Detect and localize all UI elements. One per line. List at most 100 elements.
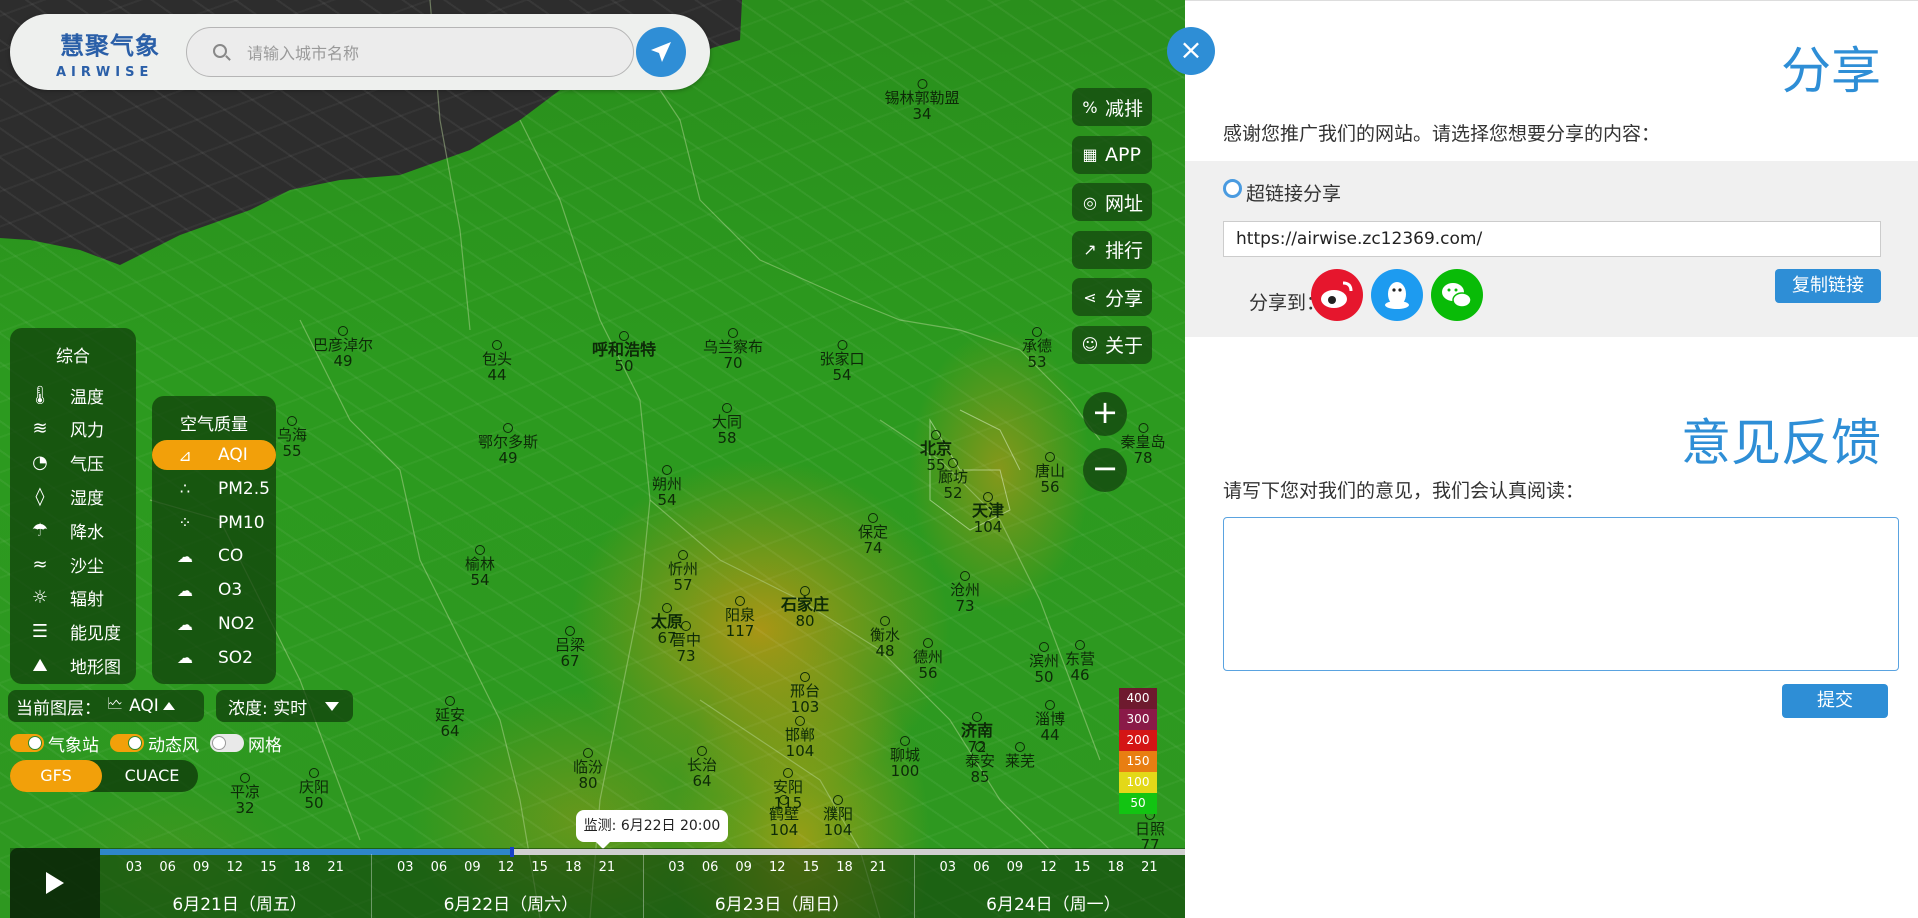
hour-tick[interactable]: 12 <box>498 860 515 875</box>
layer-item-dust[interactable]: ≈ 沙尘 <box>26 550 136 578</box>
city-marker[interactable]: 包头 44 <box>482 340 512 383</box>
hour-tick[interactable]: 03 <box>668 860 685 875</box>
hour-tick[interactable]: 06 <box>973 860 990 875</box>
model-gfs-button[interactable]: GFS <box>10 760 102 792</box>
city-marker[interactable]: 石家庄 80 <box>781 586 829 629</box>
hour-tick[interactable]: 18 <box>565 860 582 875</box>
city-marker[interactable]: 朔州 54 <box>652 465 682 508</box>
tool-button-percent[interactable]: % 减排 <box>1072 88 1152 126</box>
day-label[interactable]: 6月22日（周六） <box>444 890 578 915</box>
city-marker[interactable]: 忻州 57 <box>668 550 698 593</box>
city-marker[interactable]: 天津 104 <box>972 492 1004 535</box>
city-marker[interactable]: 聊城 100 <box>890 736 920 779</box>
hour-tick[interactable]: 15 <box>803 860 820 875</box>
layer-item-rain[interactable]: ☂ 降水 <box>26 516 136 544</box>
city-marker[interactable]: 锡林郭勒盟 34 <box>884 79 960 122</box>
city-marker[interactable]: 邯郸 104 <box>785 716 815 759</box>
locate-button[interactable] <box>636 27 686 77</box>
toggle-switch[interactable] <box>10 734 44 752</box>
tool-button-ranking-chart[interactable]: ↗ 排行 <box>1072 230 1152 269</box>
city-marker[interactable]: 唐山 56 <box>1035 452 1065 495</box>
city-marker[interactable]: 乌兰察布 70 <box>703 328 763 371</box>
city-marker[interactable]: 榆林 54 <box>465 545 495 588</box>
hour-tick[interactable]: 21 <box>1141 860 1158 875</box>
layer-item-droplet[interactable]: ◊ 湿度 <box>26 482 136 510</box>
day-label[interactable]: 6月23日（周日） <box>715 890 849 915</box>
city-marker[interactable]: 德州 56 <box>913 638 943 681</box>
layer-item-terrain[interactable]: ⛰ 地形图 <box>26 651 136 679</box>
submit-button[interactable]: 提交 <box>1782 684 1888 718</box>
city-marker[interactable]: 巴彦淖尔 49 <box>313 326 373 369</box>
hour-tick[interactable]: 15 <box>260 860 277 875</box>
day-label[interactable]: 6月24日（周一） <box>986 890 1120 915</box>
hour-tick[interactable]: 06 <box>702 860 719 875</box>
qq-share-button[interactable] <box>1371 269 1423 321</box>
hour-tick[interactable]: 21 <box>327 860 344 875</box>
city-marker[interactable]: 庆阳 50 <box>299 768 329 811</box>
model-cuace-button[interactable]: CUACE <box>106 760 198 792</box>
toggle-switch[interactable] <box>210 734 244 752</box>
hour-tick[interactable]: 15 <box>1074 860 1091 875</box>
city-marker[interactable]: 大同 58 <box>712 403 742 446</box>
hyperlink-share-label[interactable]: 超链接分享 <box>1246 179 1341 206</box>
city-marker[interactable]: 吕梁 67 <box>555 626 585 669</box>
hour-tick[interactable]: 21 <box>599 860 616 875</box>
city-marker[interactable]: 平凉 32 <box>230 773 260 816</box>
hour-tick[interactable]: 12 <box>1040 860 1057 875</box>
current-layer-selector[interactable]: 当前图层： 🗠 AQI <box>8 690 204 722</box>
hour-tick[interactable]: 09 <box>735 860 752 875</box>
wechat-share-button[interactable] <box>1431 269 1483 321</box>
tool-button-globe[interactable]: ◎ 网址 <box>1072 183 1152 221</box>
city-marker[interactable]: 呼和浩特 50 <box>592 331 656 374</box>
hour-tick[interactable]: 18 <box>836 860 853 875</box>
hour-tick[interactable]: 03 <box>126 860 143 875</box>
city-marker[interactable]: 长治 64 <box>687 746 717 789</box>
hour-tick[interactable]: 09 <box>193 860 210 875</box>
city-marker[interactable]: 滨州 50 <box>1029 642 1059 685</box>
hour-tick[interactable]: 12 <box>769 860 786 875</box>
hour-tick[interactable]: 15 <box>531 860 548 875</box>
share-link-field[interactable] <box>1223 221 1881 257</box>
city-marker[interactable]: 沧州 73 <box>950 571 980 614</box>
feedback-textarea[interactable] <box>1223 517 1899 671</box>
hour-tick[interactable]: 18 <box>1107 860 1124 875</box>
zoom-out-button[interactable]: − <box>1083 448 1127 492</box>
city-marker[interactable]: 邢台 103 <box>790 672 820 715</box>
city-marker[interactable]: 衡水 48 <box>870 616 900 659</box>
toggle-2[interactable]: 网格 <box>210 733 282 756</box>
zoom-in-button[interactable]: + <box>1083 392 1127 436</box>
layer-item-gauge[interactable]: ◔ 气压 <box>26 449 136 477</box>
city-marker[interactable]: 临汾 80 <box>573 748 603 791</box>
hyperlink-share-radio[interactable] <box>1223 179 1242 198</box>
close-button[interactable]: × <box>1167 27 1215 75</box>
air-item-pm25[interactable]: ∴ PM2.5 <box>152 474 276 504</box>
air-item-pm10[interactable]: ⁘ PM10 <box>152 508 276 538</box>
city-marker[interactable]: 张家口 54 <box>819 340 865 383</box>
air-item-o3[interactable]: ☁ O3 <box>152 575 276 605</box>
hour-tick[interactable]: 21 <box>870 860 887 875</box>
city-marker[interactable]: 承德 53 <box>1022 327 1052 370</box>
air-item-no2[interactable]: ☁ NO2 <box>152 609 276 639</box>
play-button[interactable] <box>10 848 100 918</box>
city-marker[interactable]: 泰安 85 <box>965 742 995 785</box>
city-marker[interactable]: 濮阳 104 <box>823 795 853 838</box>
city-marker[interactable]: 日照 77 <box>1135 810 1165 853</box>
city-marker[interactable]: 莱芜 <box>1005 742 1035 769</box>
weibo-share-button[interactable] <box>1311 269 1363 321</box>
city-marker[interactable]: 阳泉 117 <box>725 596 755 639</box>
city-marker[interactable]: 淄博 44 <box>1035 700 1065 743</box>
city-marker[interactable]: 延安 64 <box>435 696 465 739</box>
search-input[interactable] <box>247 40 607 66</box>
city-marker[interactable]: 东营 46 <box>1065 640 1095 683</box>
city-marker[interactable]: 乌海 55 <box>277 416 307 459</box>
hour-tick[interactable]: 12 <box>227 860 244 875</box>
toggle-0[interactable]: 气象站 <box>10 733 99 756</box>
tool-button-people[interactable]: ☺ 关于 <box>1072 325 1152 364</box>
hour-tick[interactable]: 06 <box>431 860 448 875</box>
air-item-so2[interactable]: ☁ SO2 <box>152 643 276 673</box>
timeline-cursor[interactable] <box>510 847 515 857</box>
layer-item-radiation[interactable]: ☼ 辐射 <box>26 584 136 612</box>
air-item-aqi[interactable]: ⊿ AQI <box>152 440 276 470</box>
city-marker[interactable]: 保定 74 <box>858 513 888 556</box>
hour-tick[interactable]: 09 <box>1007 860 1024 875</box>
